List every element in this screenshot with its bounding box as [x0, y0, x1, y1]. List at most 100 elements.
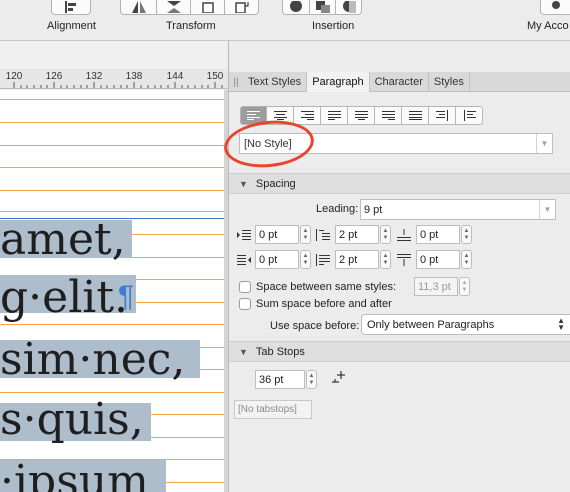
text-frame[interactable]: amet, g·elit. ¶ sim·nec, s·quis, ·ipsum — [0, 90, 224, 492]
text-line: g·elit. — [0, 272, 129, 323]
same-styles-checkbox[interactable] — [239, 281, 251, 293]
pilcrow-mark: ¶ — [118, 280, 135, 313]
space-after-stepper[interactable]: ▲ ▼ — [461, 250, 472, 269]
document-view[interactable]: 120 126 132 138 144 150 amet, g·elit. ¶ … — [0, 41, 228, 492]
drag-handle-icon[interactable]: || — [229, 72, 243, 92]
space-after-field[interactable]: 0 pt — [416, 250, 460, 269]
first-line-indent-stepper[interactable]: ▲ ▼ — [380, 225, 391, 244]
insert-top-icon — [315, 1, 330, 13]
account-group — [540, 0, 570, 15]
tab-styles[interactable]: Styles — [429, 72, 470, 92]
tab-character[interactable]: Character — [370, 72, 429, 92]
tab-paragraph[interactable]: Paragraph — [307, 72, 370, 92]
paragraph-panel: || Text Styles Paragraph Character Style… — [221, 41, 570, 492]
tab-text-styles[interactable]: Text Styles — [243, 72, 308, 92]
align-right-button[interactable] — [294, 106, 321, 125]
spacing-section-header[interactable]: ▼ Spacing — [229, 173, 570, 194]
horizontal-ruler[interactable]: 120 126 132 138 144 150 — [0, 69, 228, 89]
align-towards-spine-icon — [435, 110, 448, 121]
justify-left-button[interactable] — [321, 106, 348, 125]
leading-field[interactable]: 9 pt ▼ — [360, 199, 556, 220]
flip-horizontal-button[interactable] — [120, 0, 157, 15]
text-line: s·quis, — [0, 394, 144, 445]
alignment-label: Alignment — [47, 20, 96, 32]
space-before-stepper[interactable]: ▲ ▼ — [461, 225, 472, 244]
insert-inside-icon — [342, 1, 356, 13]
right-indent-field[interactable]: 0 pt — [255, 250, 299, 269]
sum-space-label: Sum space before and after — [256, 298, 392, 310]
align-left-icon — [247, 111, 260, 120]
tab-stops-placeholder: [No tabstops] — [238, 404, 297, 415]
chevron-down-icon[interactable]: ▼ — [536, 134, 552, 153]
default-tab-stop-stepper[interactable]: ▲ ▼ — [306, 370, 317, 389]
leading-value: 9 pt — [364, 203, 383, 216]
sum-space-checkbox[interactable] — [239, 298, 251, 310]
last-line-indent-field[interactable]: 2 pt — [335, 250, 379, 269]
right-indent-stepper[interactable]: ▲ ▼ — [300, 250, 311, 269]
justify-all-button[interactable] — [402, 106, 429, 125]
account-icon — [551, 1, 560, 9]
chevron-down-icon[interactable]: ▼ — [539, 200, 555, 219]
right-indent-icon — [236, 252, 252, 268]
insert-top-button[interactable] — [310, 0, 336, 15]
insertion-label: Insertion — [312, 20, 355, 32]
left-indent-value: 0 pt — [259, 228, 278, 241]
justify-left-icon — [327, 111, 341, 120]
same-styles-field[interactable]: 11,3 pt — [414, 277, 458, 296]
justify-right-button[interactable] — [375, 106, 402, 125]
add-tab-stop-icon[interactable] — [330, 370, 346, 386]
first-line-indent-field[interactable]: 2 pt — [335, 225, 379, 244]
baseline-guide — [0, 145, 224, 146]
first-line-indent-icon — [315, 227, 331, 243]
tab-stops-section-header[interactable]: ▼ Tab Stops — [229, 341, 570, 362]
tab-stops-header-label: Tab Stops — [255, 345, 305, 358]
same-styles-label: Space between same styles: — [256, 281, 397, 293]
account-label: My Acco — [527, 20, 569, 32]
insert-behind-button[interactable] — [282, 0, 310, 15]
align-towards-spine-button[interactable] — [429, 106, 456, 125]
justify-center-button[interactable] — [348, 106, 375, 125]
space-before-field[interactable]: 0 pt — [416, 225, 460, 244]
flip-horizontal-icon — [131, 1, 146, 13]
last-line-indent-stepper[interactable]: ▲ ▼ — [380, 250, 391, 269]
use-space-before-select[interactable]: Only between Paragraphs ▲ ▼ — [361, 314, 570, 335]
leading-label: Leading: — [316, 203, 359, 215]
rotate-right-button[interactable] — [225, 0, 259, 15]
up-down-chevron-icon: ▲ ▼ — [557, 316, 565, 332]
default-tab-stop-value: 36 pt — [259, 373, 284, 386]
insert-behind-icon — [290, 1, 302, 12]
use-space-before-label: Use space before: — [270, 320, 360, 332]
insert-inside-button[interactable] — [336, 0, 362, 15]
space-after-icon — [396, 252, 412, 268]
tab-stops-list[interactable]: [No tabstops] — [234, 400, 312, 419]
ruler-tick-label: 126 — [45, 71, 63, 82]
alignment-group — [51, 0, 91, 15]
insertion-group — [282, 0, 362, 15]
first-line-indent-value: 2 pt — [339, 228, 358, 241]
disclosure-triangle-icon: ▼ — [239, 178, 248, 189]
baseline-guide — [0, 211, 224, 212]
align-away-from-spine-button[interactable] — [456, 106, 483, 125]
space-after-value: 0 pt — [420, 253, 439, 266]
same-styles-value: 11,3 pt — [418, 280, 451, 293]
disclosure-triangle-icon: ▼ — [239, 346, 248, 357]
ruler-tick-label: 144 — [166, 71, 184, 82]
flip-vertical-button[interactable] — [157, 0, 191, 15]
space-before-icon — [396, 227, 412, 243]
justify-center-icon — [354, 111, 368, 120]
transform-label: Transform — [166, 20, 216, 32]
space-before-value: 0 pt — [420, 228, 439, 241]
last-line-indent-icon — [315, 252, 331, 268]
same-styles-stepper[interactable]: ▲ ▼ — [459, 277, 470, 296]
left-indent-field[interactable]: 0 pt — [255, 225, 299, 244]
flip-vertical-icon — [166, 1, 181, 13]
account-button[interactable] — [540, 0, 570, 15]
text-line: sim·nec, — [0, 334, 186, 385]
left-indent-stepper[interactable]: ▲ ▼ — [300, 225, 311, 244]
align-objects-button[interactable] — [51, 0, 91, 15]
left-indent-icon — [236, 227, 252, 243]
rotate-right-icon — [234, 2, 249, 13]
default-tab-stop-field[interactable]: 36 pt — [255, 370, 305, 389]
use-space-before-value: Only between Paragraphs — [367, 318, 495, 331]
rotate-left-button[interactable] — [191, 0, 225, 15]
